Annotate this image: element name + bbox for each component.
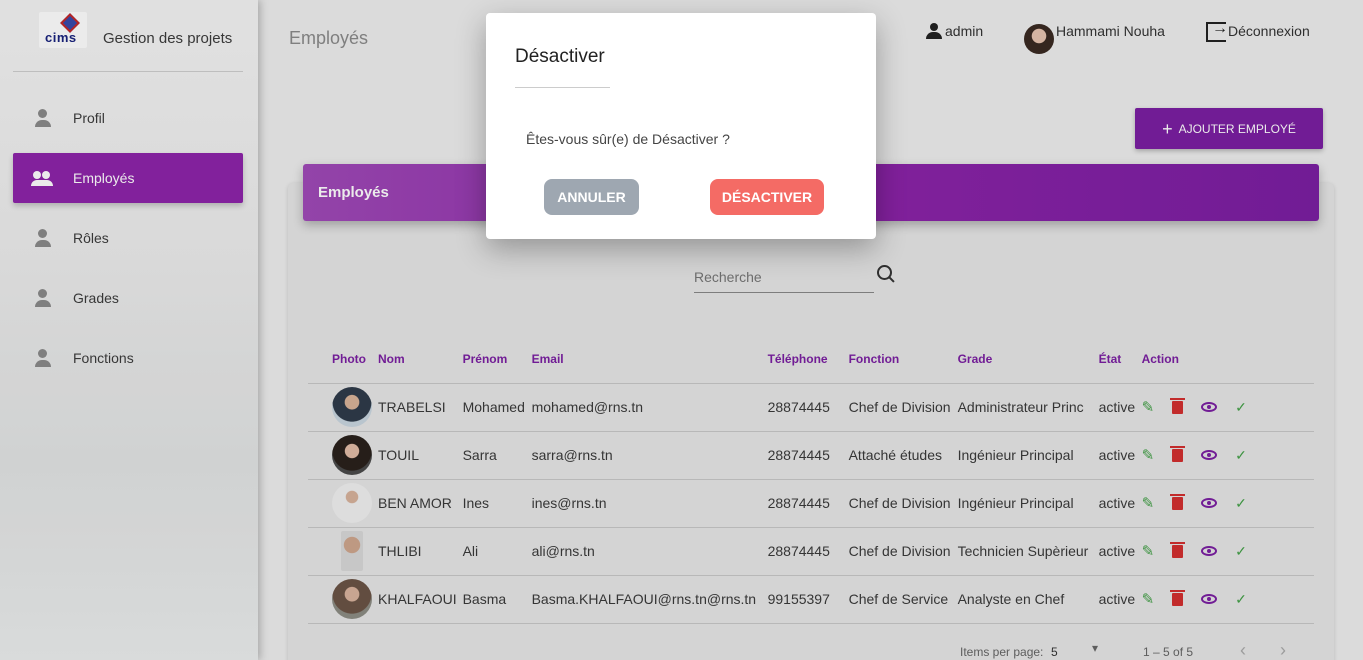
- deactivate-button[interactable]: DÉSACTIVER: [710, 179, 824, 215]
- dialog-divider: [515, 87, 610, 88]
- dialog-title: Désactiver: [515, 46, 605, 67]
- dialog-message: Êtes-vous sûr(e) de Désactiver ?: [526, 131, 730, 147]
- deactivate-dialog: Désactiver Êtes-vous sûr(e) de Désactive…: [486, 13, 876, 239]
- cancel-button[interactable]: ANNULER: [544, 179, 639, 215]
